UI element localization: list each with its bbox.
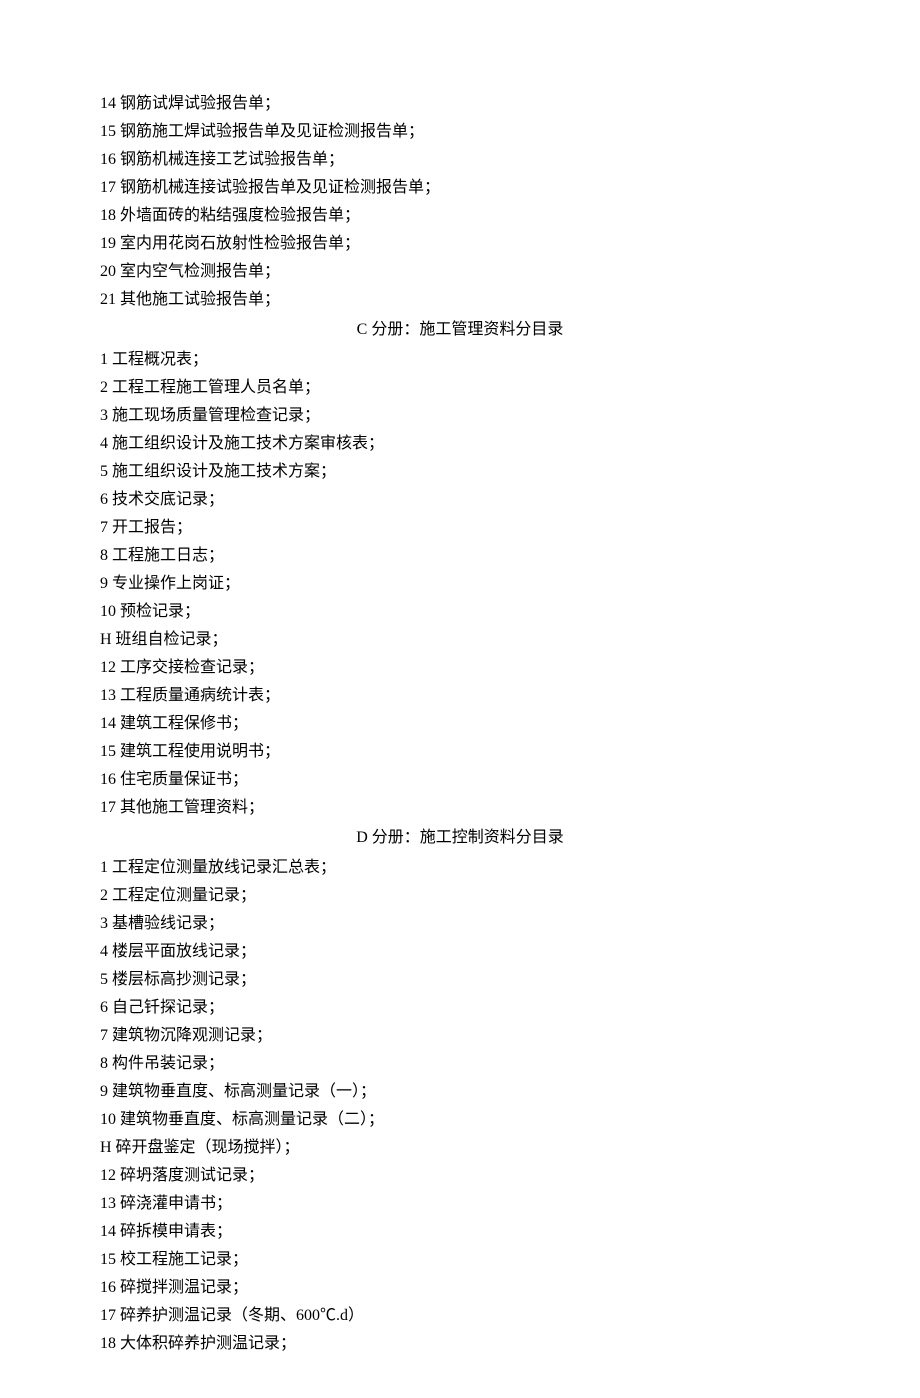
section-c-header: C 分册：施工管理资料分目录 [100,316,820,344]
list-item: 2 工程定位测量记录； [100,882,820,910]
list-item: 1 工程定位测量放线记录汇总表； [100,854,820,882]
list-item: 5 施工组织设计及施工技术方案； [100,458,820,486]
section-d-list: 1 工程定位测量放线记录汇总表； 2 工程定位测量记录； 3 基槽验线记录； 4… [100,854,820,1358]
section-d-header: D 分册：施工控制资料分目录 [100,824,820,852]
list-item: 7 建筑物沉降观测记录； [100,1022,820,1050]
list-item: 8 工程施工日志； [100,542,820,570]
list-item: 17 碎养护测温记录（冬期、600℃.d） [100,1302,820,1330]
list-item: 16 住宅质量保证书； [100,766,820,794]
list-item: 4 施工组织设计及施工技术方案审核表； [100,430,820,458]
list-item: 6 技术交底记录； [100,486,820,514]
list-item: 10 预检记录； [100,598,820,626]
list-item: 12 工序交接检查记录； [100,654,820,682]
list-item: 13 工程质量通病统计表； [100,682,820,710]
list-item: 9 建筑物垂直度、标高测量记录（一）； [100,1078,820,1106]
list-item: 13 碎浇灌申请书； [100,1190,820,1218]
list-item: 8 构件吊装记录； [100,1050,820,1078]
list-item: 14 碎拆模申请表； [100,1218,820,1246]
list-item: 17 其他施工管理资料； [100,794,820,822]
list-item: 7 开工报告； [100,514,820,542]
list-item: 4 楼层平面放线记录； [100,938,820,966]
list-item: 3 基槽验线记录； [100,910,820,938]
list-item: 14 钢筋试焊试验报告单； [100,90,820,118]
list-item: 15 建筑工程使用说明书； [100,738,820,766]
list-item: H 班组自检记录； [100,626,820,654]
list-item: 18 外墙面砖的粘结强度检验报告单； [100,202,820,230]
list-item: 19 室内用花岗石放射性检验报告单； [100,230,820,258]
list-item: 6 自己钎探记录； [100,994,820,1022]
list-item: 16 碎搅拌测温记录； [100,1274,820,1302]
list-item: 20 室内空气检测报告单； [100,258,820,286]
list-item: 15 校工程施工记录； [100,1246,820,1274]
list-item: 18 大体积碎养护测温记录； [100,1330,820,1358]
list-item: 15 钢筋施工焊试验报告单及见证检测报告单； [100,118,820,146]
list-item: 21 其他施工试验报告单； [100,286,820,314]
list-item: 16 钢筋机械连接工艺试验报告单； [100,146,820,174]
section-b-tail: 14 钢筋试焊试验报告单； 15 钢筋施工焊试验报告单及见证检测报告单； 16 … [100,90,820,314]
list-item: H 碎开盘鉴定（现场搅拌）； [100,1134,820,1162]
list-item: 2 工程工程施工管理人员名单； [100,374,820,402]
list-item: 14 建筑工程保修书； [100,710,820,738]
list-item: 17 钢筋机械连接试验报告单及见证检测报告单； [100,174,820,202]
list-item: 12 碎坍落度测试记录； [100,1162,820,1190]
list-item: 5 楼层标高抄测记录； [100,966,820,994]
list-item: 3 施工现场质量管理检查记录； [100,402,820,430]
section-c-list: 1 工程概况表； 2 工程工程施工管理人员名单； 3 施工现场质量管理检查记录；… [100,346,820,822]
list-item: 9 专业操作上岗证； [100,570,820,598]
list-item: 1 工程概况表； [100,346,820,374]
list-item: 10 建筑物垂直度、标高测量记录（二）； [100,1106,820,1134]
